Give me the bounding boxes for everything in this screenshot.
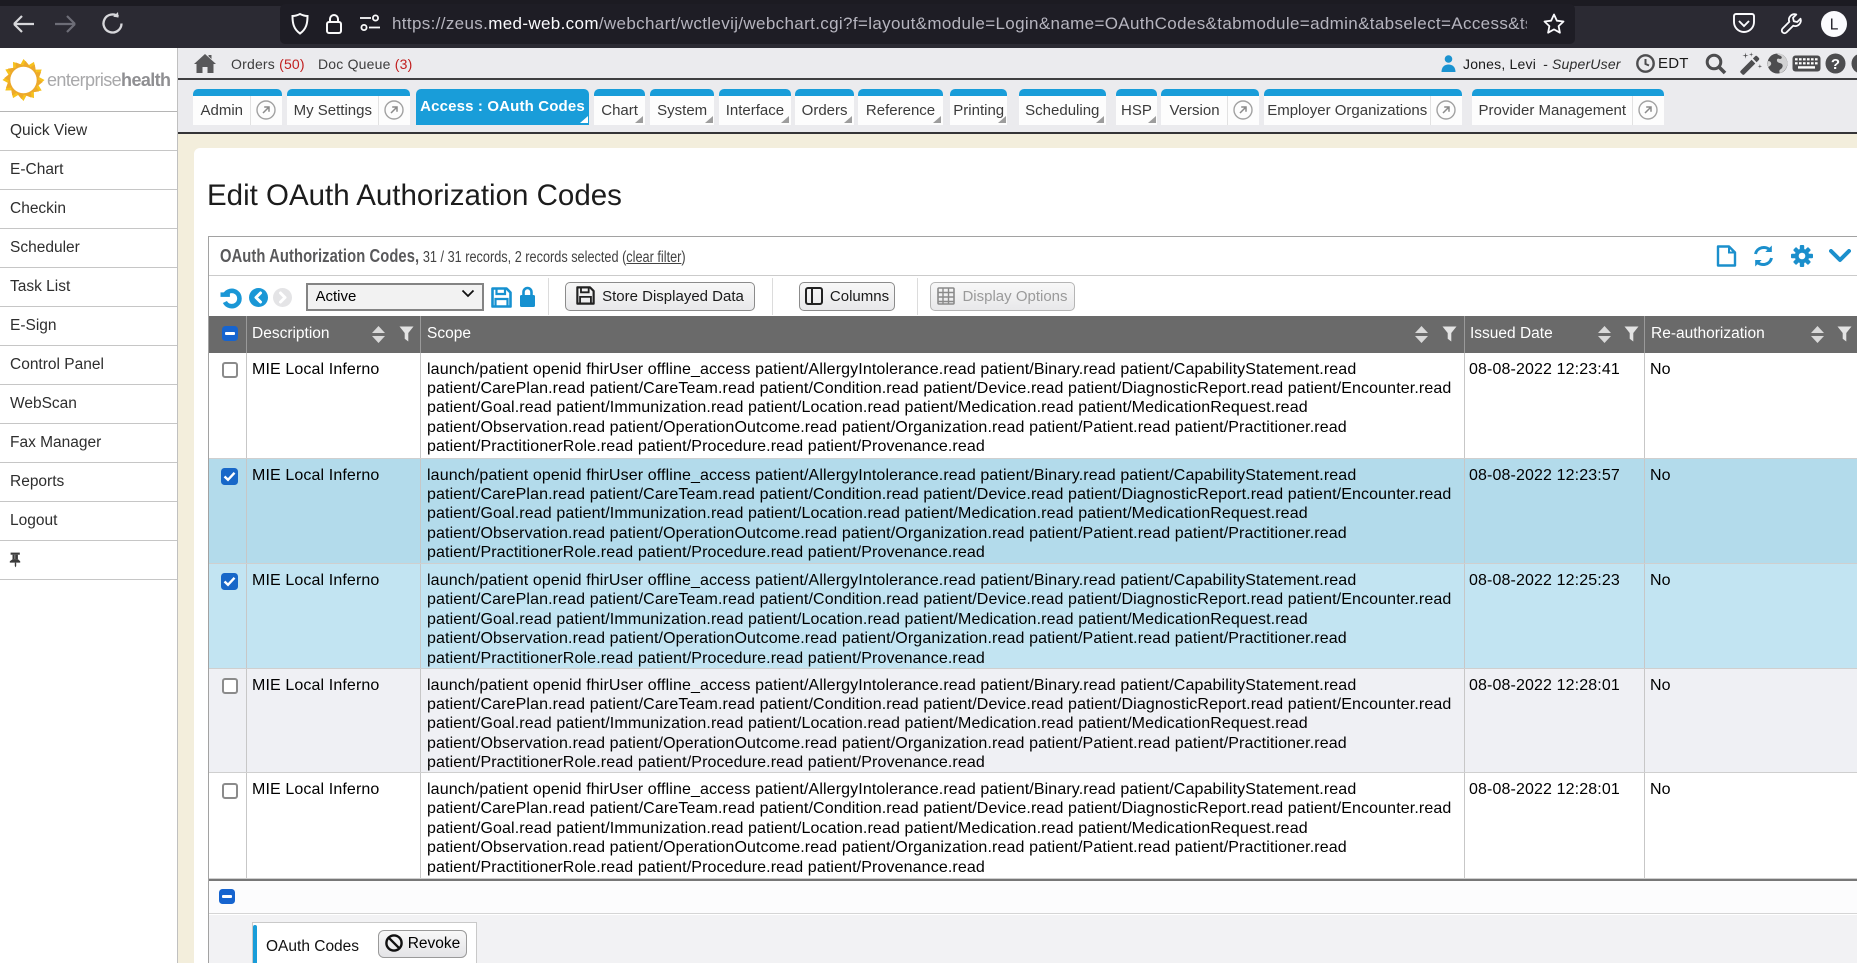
svg-text:?: ? [1831,56,1840,73]
svg-text:L: L [1830,17,1839,34]
